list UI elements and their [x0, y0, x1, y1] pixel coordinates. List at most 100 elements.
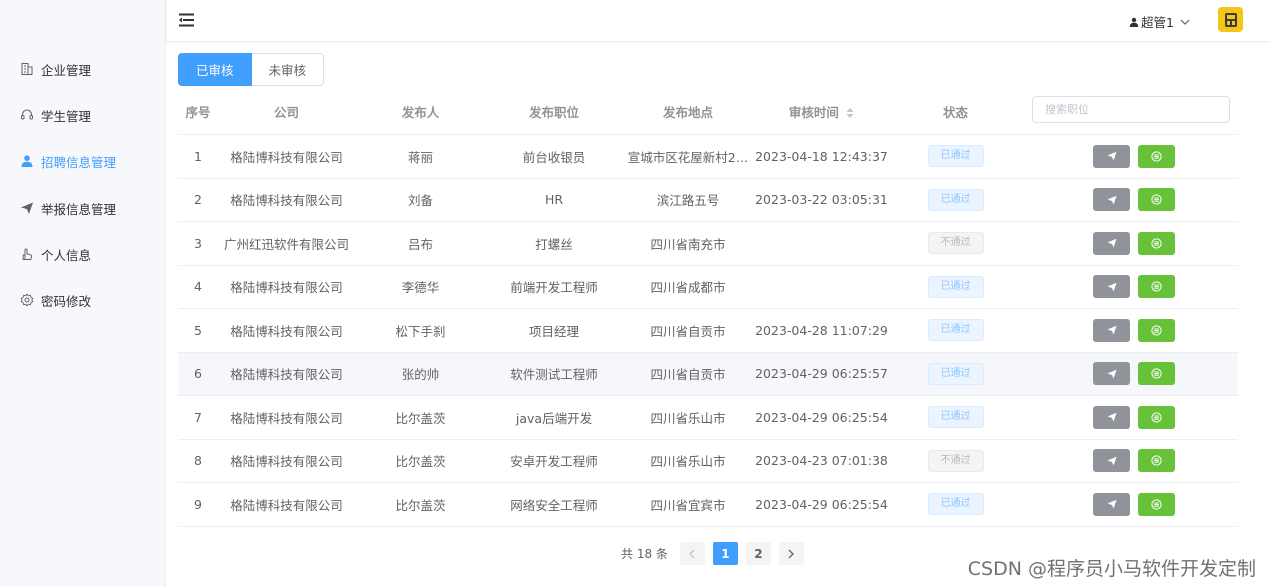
sidebar-item-reports[interactable]: 举报信息管理 — [20, 198, 116, 218]
sidebar-item-password[interactable]: 密码修改 — [20, 290, 91, 310]
actions-cell — [1023, 318, 1223, 342]
detail-button[interactable] — [1138, 449, 1175, 473]
send-button[interactable] — [1093, 188, 1130, 212]
table-row: 3 广州红迅软件有限公司 吕布 打螺丝 四川省南充市 不通过 — [178, 222, 1238, 266]
row-number: 9 — [194, 496, 202, 512]
publisher-cell: 张的帅 — [401, 367, 440, 383]
send-button[interactable] — [1093, 362, 1130, 386]
send-button[interactable] — [1093, 275, 1130, 299]
review-time-cell: 2023-04-29 06:25:54 — [755, 496, 888, 512]
status-badge: 已通过 — [927, 319, 984, 342]
send-icon — [1107, 195, 1117, 205]
company-cell: 格陆博科技有限公司 — [230, 410, 343, 426]
table-row: 7 格陆博科技有限公司 比尔盖茨 java后端开发 四川省乐山市 2023-04-29 0… — [178, 396, 1238, 440]
location-cell: 四川省乐山市 — [650, 410, 726, 426]
table-body: 1 格陆博科技有限公司 蒋丽 前台收银员 宣城市区花屋新村2… 2023-04-18 12… — [178, 135, 1238, 527]
publisher-cell: 松下手刹 — [395, 323, 446, 339]
status-badge: 已通过 — [927, 493, 984, 516]
headset-icon — [20, 108, 34, 122]
send-button[interactable] — [1093, 449, 1130, 473]
column-header-publisher: 发布人 — [401, 104, 440, 120]
row-number: 3 — [194, 235, 202, 251]
detail-button[interactable] — [1138, 144, 1175, 168]
page-1-button[interactable]: 1 — [712, 542, 738, 565]
company-cell: 格陆博科技有限公司 — [230, 193, 343, 209]
table-row: 4 格陆博科技有限公司 李德华 前端开发工程师 四川省成都市 已通过 — [178, 266, 1238, 309]
actions-cell — [1023, 362, 1223, 386]
actions-cell — [1023, 144, 1223, 168]
detail-button[interactable] — [1138, 231, 1175, 255]
status-cell: 不通过 — [888, 449, 1023, 472]
user-name: 超管1 — [1141, 15, 1174, 30]
row-number: 8 — [194, 453, 202, 469]
send-icon — [1107, 499, 1117, 509]
company-cell: 格陆博科技有限公司 — [230, 280, 343, 296]
sidebar-item-enterprise[interactable]: 企业管理 — [20, 59, 91, 79]
chevron-down-icon — [1180, 17, 1190, 27]
user-dropdown[interactable]: 超管1 — [1129, 12, 1190, 31]
status-cell: 已通过 — [888, 406, 1023, 429]
publisher-cell: 比尔盖茨 — [395, 410, 446, 426]
publisher-cell: 李德华 — [401, 280, 440, 296]
prev-page-button[interactable] — [679, 542, 705, 565]
status-cell: 已通过 — [888, 145, 1023, 168]
publisher-cell: 吕布 — [407, 236, 433, 252]
next-page-button[interactable] — [778, 542, 804, 565]
chevron-right-icon — [787, 549, 795, 559]
sidebar-item-profile[interactable]: 个人信息 — [20, 244, 91, 264]
status-cell: 不通过 — [888, 232, 1023, 255]
table-row: 5 格陆博科技有限公司 松下手刹 项目经理 四川省自贡市 2023-04-28 11:07… — [178, 309, 1238, 353]
list-circle-icon — [1151, 455, 1162, 466]
review-time-cell: 2023-04-29 06:25:57 — [755, 366, 888, 382]
send-button[interactable] — [1093, 492, 1130, 516]
status-cell: 已通过 — [888, 362, 1023, 385]
status-badge: 不通过 — [927, 232, 984, 255]
review-time-cell: 2023-04-28 11:07:29 — [755, 322, 888, 338]
row-number: 5 — [194, 322, 202, 338]
column-header-review-time[interactable]: 审核时间 — [755, 102, 888, 121]
page-2-button[interactable]: 2 — [745, 542, 771, 565]
menu-toggle-icon[interactable] — [178, 11, 196, 29]
detail-button[interactable] — [1138, 275, 1175, 299]
pagination-total: 共 18 条 — [621, 547, 668, 561]
send-icon — [1107, 456, 1117, 466]
send-icon — [1107, 282, 1117, 292]
send-button[interactable] — [1093, 318, 1130, 342]
send-button[interactable] — [1093, 144, 1130, 168]
sidebar-item-recruitment[interactable]: 招聘信息管理 — [20, 151, 116, 171]
sort-icon[interactable] — [846, 107, 854, 119]
location-cell: 四川省自贡市 — [650, 323, 726, 339]
detail-button[interactable] — [1138, 405, 1175, 429]
tab-unreviewed[interactable]: 未审核 — [251, 53, 325, 86]
watermark: CSDN @程序员小马软件开发定制 — [967, 558, 1256, 580]
actions-cell — [1023, 449, 1223, 473]
location-cell: 四川省南充市 — [650, 236, 726, 252]
location-cell: 滨江路五号 — [656, 193, 720, 209]
list-circle-icon — [1151, 499, 1162, 510]
send-button[interactable] — [1093, 405, 1130, 429]
list-circle-icon — [1151, 194, 1162, 205]
status-badge: 已通过 — [927, 188, 984, 211]
publisher-cell: 比尔盖茨 — [395, 497, 446, 513]
status-badge: 已通过 — [927, 362, 984, 385]
review-time-cell: 2023-04-23 07:01:38 — [755, 453, 888, 469]
table-header: 序号 公司 发布人 发布职位 发布地点 审核时间 状态 — [178, 88, 1238, 135]
send-icon — [1107, 325, 1117, 335]
detail-button[interactable] — [1138, 492, 1175, 516]
sidebar-item-label: 企业管理 — [41, 62, 92, 78]
position-cell: 打螺丝 — [535, 236, 573, 252]
company-cell: 格陆博科技有限公司 — [230, 497, 343, 513]
status-cell: 已通过 — [888, 275, 1023, 298]
table-row: 9 格陆博科技有限公司 比尔盖茨 网络安全工程师 四川省宜宾市 2023-04-29 06… — [178, 483, 1238, 527]
send-icon — [1107, 151, 1117, 161]
tab-reviewed[interactable]: 已审核 — [178, 53, 252, 86]
send-button[interactable] — [1093, 231, 1130, 255]
detail-button[interactable] — [1138, 188, 1175, 212]
sidebar-item-students[interactable]: 学生管理 — [20, 105, 91, 125]
table-row: 2 格陆博科技有限公司 刘备 HR 滨江路五号 2023-03-22 03:05:31 已通… — [178, 179, 1238, 222]
review-time-cell: 2023-04-29 06:25:54 — [755, 409, 888, 425]
gear-icon — [20, 293, 34, 307]
detail-button[interactable] — [1138, 318, 1175, 342]
detail-button[interactable] — [1138, 362, 1175, 386]
avatar[interactable] — [1218, 7, 1243, 32]
